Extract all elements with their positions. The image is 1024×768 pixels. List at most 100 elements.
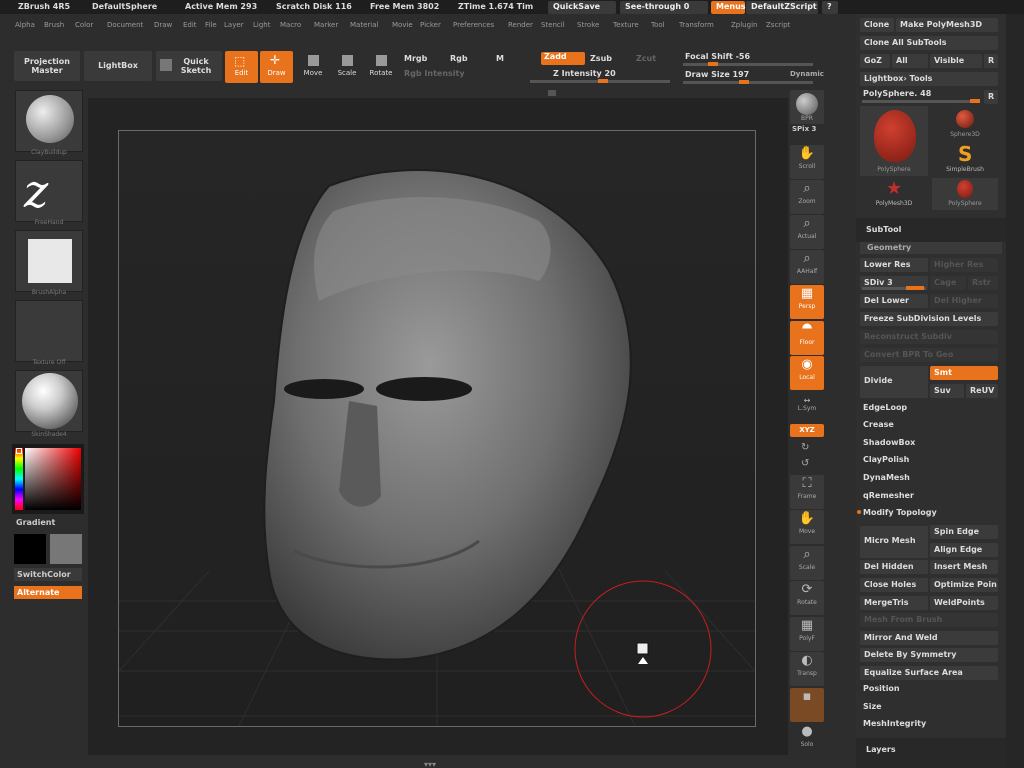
transp-button[interactable]: ◐ Transp [790, 652, 824, 686]
tool-sphere3d[interactable]: Sphere3D [932, 106, 998, 142]
goz-visible-button[interactable]: Visible [930, 54, 982, 68]
qremesher-section[interactable]: qRemesher [863, 491, 914, 500]
xyz-button[interactable]: XYZ [790, 424, 824, 437]
smt-button[interactable]: Smt [930, 366, 998, 380]
focal-shift-slider[interactable]: Focal Shift -56 [685, 52, 750, 61]
sdiv-slider-track[interactable] [862, 286, 926, 290]
canvas-scroll-handle[interactable] [548, 90, 556, 96]
help-icon[interactable]: ? [822, 1, 838, 14]
quick-sketch-button[interactable]: Quick Sketch [156, 51, 222, 81]
scale-button[interactable]: Scale [332, 51, 362, 83]
lsym-button[interactable]: ↔ L.Sym [790, 396, 824, 420]
zadd-button[interactable]: Zadd [541, 52, 585, 65]
rgb-intensity-slider[interactable]: Rgb Intensity [404, 69, 465, 78]
menu-layer[interactable]: Layer [224, 21, 244, 29]
mrgb-button[interactable]: Mrgb [404, 54, 427, 63]
menu-macro[interactable]: Macro [280, 21, 301, 29]
draw-size-slider[interactable]: Draw Size 197 [685, 70, 749, 79]
menu-document[interactable]: Document [107, 21, 143, 29]
suv-button[interactable]: Suv [930, 384, 964, 398]
menu-zscript[interactable]: Zscript [766, 21, 790, 29]
see-through-slider[interactable]: See-through 0 [620, 1, 708, 14]
menu-texture[interactable]: Texture [613, 21, 639, 29]
menu-tool[interactable]: Tool [651, 21, 665, 29]
menu-zplugin[interactable]: Zplugin [731, 21, 757, 29]
menu-light[interactable]: Light [253, 21, 270, 29]
del-higher-button[interactable]: Del Higher [930, 294, 998, 308]
spin-edge-button[interactable]: Spin Edge [930, 525, 998, 539]
scale-view-button[interactable]: ⌕ Scale [790, 546, 824, 580]
document-canvas[interactable] [118, 130, 756, 727]
switch-color-button[interactable]: SwitchColor [14, 568, 82, 581]
menu-stroke[interactable]: Stroke [577, 21, 599, 29]
modify-topology-section[interactable]: Modify Topology [863, 508, 937, 517]
saturation-field[interactable] [25, 448, 81, 510]
clone-button[interactable]: Clone [860, 18, 894, 32]
menu-color[interactable]: Color [75, 21, 93, 29]
micro-mesh-button[interactable]: Micro Mesh [860, 526, 928, 558]
draw-button[interactable]: ✛ Draw [260, 51, 293, 83]
menu-draw[interactable]: Draw [154, 21, 172, 29]
reuv-button[interactable]: ReUV [966, 384, 998, 398]
sculpt-viewport[interactable] [118, 131, 756, 727]
frame-button[interactable]: ⛶ Frame [790, 475, 824, 509]
menu-stencil[interactable]: Stencil [541, 21, 565, 29]
draw-size-track[interactable] [683, 80, 813, 84]
goz-r-button[interactable]: R [984, 54, 998, 68]
gradient-label[interactable]: Gradient [16, 518, 55, 527]
zsub-button[interactable]: Zsub [590, 54, 612, 63]
tool-r-button[interactable]: R [984, 90, 998, 104]
rotate-axis-icon[interactable]: ↻ [801, 442, 809, 453]
lightbox-button[interactable]: LightBox [84, 51, 152, 81]
aahalf-button[interactable]: ⌕ AAHalf [790, 250, 824, 284]
insert-mesh-button[interactable]: Insert Mesh [930, 560, 998, 574]
z-intensity-track[interactable] [530, 79, 670, 83]
cage-button[interactable]: Cage [930, 276, 966, 290]
rotate-axis-alt-icon[interactable]: ↺ [801, 458, 809, 469]
clone-all-subtools-button[interactable]: Clone All SubTools [860, 36, 998, 50]
merge-tris-button[interactable]: MergeTris [860, 596, 928, 610]
menu-alpha[interactable]: Alpha [15, 21, 35, 29]
mirror-and-weld-button[interactable]: Mirror And Weld [860, 631, 998, 645]
size-section[interactable]: Size [863, 702, 882, 711]
menu-render[interactable]: Render [508, 21, 533, 29]
polysphere-slider[interactable]: PolySphere. 48 [863, 89, 931, 98]
layers-header[interactable]: Layers [856, 738, 1006, 768]
goz-all-button[interactable]: All [892, 54, 928, 68]
claypolish-section[interactable]: ClayPolish [863, 455, 909, 464]
convert-bpr-button[interactable]: Convert BPR To Geo [860, 348, 998, 362]
higher-res-button[interactable]: Higher Res [930, 258, 998, 272]
spix-slider[interactable]: SPix 3 [792, 125, 816, 133]
bpr-button[interactable]: BPR [790, 90, 824, 124]
close-holes-button[interactable]: Close Holes [860, 578, 928, 592]
menu-brush[interactable]: Brush [44, 21, 64, 29]
persp-button[interactable]: ▦ Persp [790, 285, 824, 319]
alternate-button[interactable]: Alternate [14, 586, 82, 599]
weld-points-button[interactable]: WeldPoints [930, 596, 998, 610]
mesh-from-brush-button[interactable]: Mesh From Brush [860, 613, 998, 627]
divide-button[interactable]: Divide [860, 366, 928, 398]
mesh-integrity-section[interactable]: MeshIntegrity [863, 719, 926, 728]
shadowbox-section[interactable]: ShadowBox [863, 438, 915, 447]
edgeloop-section[interactable]: EdgeLoop [863, 403, 907, 412]
crease-section[interactable]: Crease [863, 420, 894, 429]
quicksave-button[interactable]: QuickSave [548, 1, 616, 14]
delete-by-symmetry-button[interactable]: Delete By Symmetry [860, 648, 998, 662]
secondary-color-swatch[interactable] [50, 534, 82, 564]
brush-thumbnail[interactable] [15, 90, 83, 152]
zoom-button[interactable]: ⌕ Zoom [790, 180, 824, 214]
scroll-button[interactable]: ✋ Scroll [790, 145, 824, 179]
reconstruct-subdiv-button[interactable]: Reconstruct Subdiv [860, 330, 998, 344]
right-edge-scrollbar[interactable] [1006, 14, 1024, 768]
texture-thumbnail[interactable] [15, 300, 83, 362]
zcut-button[interactable]: Zcut [636, 54, 656, 63]
ghost-button[interactable]: ▪ [790, 688, 824, 722]
move-view-button[interactable]: ✋ Move [790, 510, 824, 544]
goz-button[interactable]: GoZ [860, 54, 890, 68]
menu-transform[interactable]: Transform [679, 21, 714, 29]
menu-movie[interactable]: Movie [392, 21, 413, 29]
current-tool-thumbnail[interactable]: PolySphere [860, 106, 928, 176]
lightbox-tools-button[interactable]: Lightbox› Tools [860, 72, 998, 86]
focal-shift-track[interactable] [683, 62, 813, 66]
stroke-thumbnail[interactable]: z [15, 160, 83, 222]
